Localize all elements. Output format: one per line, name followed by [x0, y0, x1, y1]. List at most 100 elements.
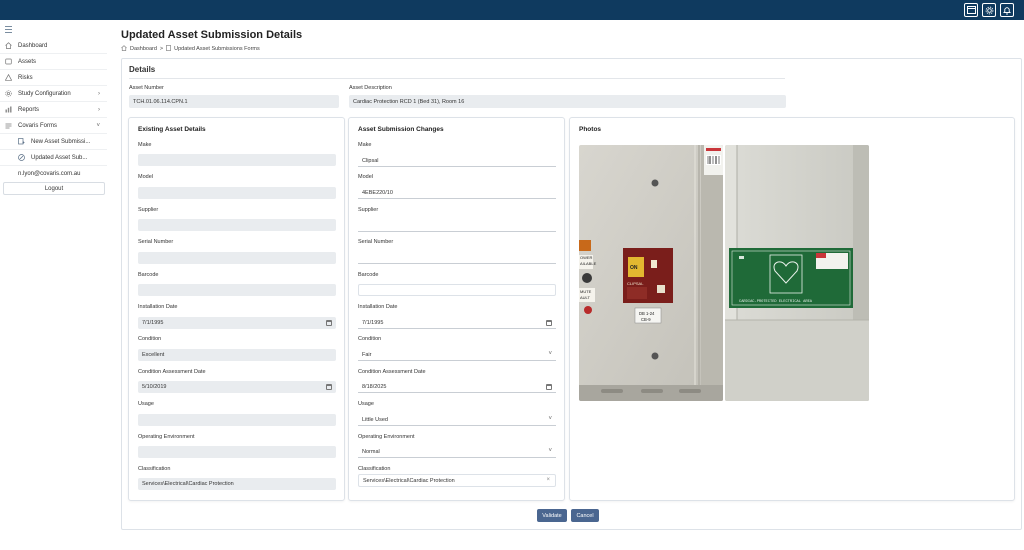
photo-switchboard[interactable]: OWER AILABLE MUTE AULT ON CLIPSAL DB 1-2…	[579, 145, 723, 401]
edit-form-icon	[18, 154, 25, 161]
supplier-input[interactable]	[358, 220, 556, 232]
chevron-right-icon: ›	[98, 91, 100, 97]
sidebar-item-label: Reports	[18, 106, 40, 113]
clear-icon[interactable]: ×	[546, 477, 550, 483]
home-icon	[5, 42, 12, 49]
photos-panel: Photos OWER AILABLE MUTE AULT ON CLIPSAL…	[569, 117, 1015, 501]
breadcrumb-dashboard[interactable]: Dashboard	[130, 46, 157, 52]
chart-icon	[5, 106, 12, 113]
calendar-icon[interactable]	[546, 384, 552, 390]
hamburger-menu-icon[interactable]	[5, 26, 12, 35]
calendar-icon	[326, 384, 332, 390]
existing-barcode-field	[138, 284, 336, 296]
sidebar-subitem-updated-asset-submission[interactable]: Updated Asset Sub...	[0, 150, 107, 166]
existing-model-field	[138, 187, 336, 199]
cardiac-sign-photo-image: CARDIAC-PROTECTED ELECTRICAL AREA	[725, 145, 869, 401]
svg-text:AULT: AULT	[580, 295, 590, 300]
barcode-input[interactable]	[358, 284, 556, 296]
chevron-down-icon: ˅	[548, 351, 552, 357]
panel-title: Asset Submission Changes	[358, 126, 444, 133]
usage-label: Usage	[138, 401, 154, 407]
field-value: Normal	[362, 448, 380, 455]
supplier-label: Supplier	[138, 207, 159, 213]
sidebar: Dashboard Assets Risks Study Configurati…	[0, 20, 108, 550]
svg-text:ON: ON	[630, 265, 638, 271]
chevron-down-icon: ˅	[548, 448, 552, 454]
existing-operating-environment-field	[138, 446, 336, 458]
model-input[interactable]: 4EBE220/10	[358, 187, 556, 199]
serial-number-label: Serial Number	[358, 239, 394, 245]
operating-environment-label: Operating Environment	[358, 434, 415, 440]
sidebar-item-dashboard[interactable]: Dashboard	[0, 38, 107, 54]
serial-number-label: Serial Number	[138, 239, 174, 245]
logout-button[interactable]: Logout	[3, 182, 105, 195]
bell-icon[interactable]	[1000, 3, 1014, 17]
svg-text:DB 1-24: DB 1-24	[639, 311, 655, 316]
sidebar-subitem-new-asset-submission[interactable]: New Asset Submissi...	[0, 134, 107, 150]
sidebar-item-study-configuration[interactable]: Study Configuration ›	[0, 86, 107, 102]
make-label: Make	[358, 142, 372, 148]
document-icon	[166, 45, 172, 53]
make-input[interactable]: Clipsal	[358, 155, 556, 167]
existing-serial-number-field	[138, 252, 336, 264]
installation-date-label: Installation Date	[358, 304, 398, 310]
existing-installation-date-field: 7/1/1995	[138, 317, 336, 329]
calendar-icon[interactable]	[546, 320, 552, 326]
panel-title: Photos	[579, 126, 602, 133]
operating-environment-select[interactable]: Normal ˅	[358, 446, 556, 458]
switchboard-photo-image: OWER AILABLE MUTE AULT ON CLIPSAL DB 1-2…	[579, 145, 723, 401]
forms-icon	[5, 122, 12, 129]
condition-assessment-date-label: Condition Assessment Date	[138, 369, 206, 375]
page-title: Updated Asset Submission Details	[121, 29, 303, 41]
svg-text:CB-9: CB-9	[641, 317, 651, 322]
details-container: Details Asset Number TCH.01.06.114.CPN.1…	[121, 58, 1022, 530]
sidebar-item-covaris-forms[interactable]: Covaris Forms ˅	[0, 118, 107, 134]
warning-icon	[5, 74, 12, 81]
installation-date-input[interactable]: 7/1/1995	[358, 317, 556, 329]
gear-icon[interactable]	[982, 3, 996, 17]
field-value: Services\Electrical\Cardiac Protection	[363, 477, 455, 484]
classification-select[interactable]: Services\Electrical\Cardiac Protection ×	[358, 474, 556, 487]
breadcrumb-separator: >	[159, 46, 164, 52]
main-content: Updated Asset Submission Details Dashboa…	[108, 20, 1024, 550]
user-email: n.lyon@covaris.com.au	[18, 170, 81, 177]
divider	[129, 78, 785, 79]
breadcrumb: Dashboard > Updated Asset Submissions Fo…	[121, 45, 260, 53]
svg-text:CARDIAC-PROTECTED ELECTRICAL A: CARDIAC-PROTECTED ELECTRICAL AREA	[739, 300, 813, 304]
photo-cardiac-sign[interactable]: CARDIAC-PROTECTED ELECTRICAL AREA	[725, 145, 869, 401]
sidebar-item-assets[interactable]: Assets	[0, 54, 107, 70]
condition-label: Condition	[358, 336, 382, 342]
classification-label: Classification	[138, 466, 171, 472]
condition-select[interactable]: Fair ˅	[358, 349, 556, 361]
top-bar	[0, 0, 1024, 20]
cancel-button[interactable]: Cancel	[571, 509, 599, 522]
field-value: 7/1/1995	[362, 319, 384, 326]
asset-number-field: TCH.01.06.114.CPN.1	[129, 95, 339, 108]
operating-environment-label: Operating Environment	[138, 434, 195, 440]
usage-select[interactable]: Little Used ˅	[358, 414, 556, 426]
make-label: Make	[138, 142, 152, 148]
sidebar-item-label: Updated Asset Sub...	[31, 154, 88, 161]
svg-text:CLIPSAL: CLIPSAL	[627, 281, 644, 286]
existing-supplier-field	[138, 219, 336, 231]
serial-number-input[interactable]	[358, 252, 556, 264]
sidebar-item-label: Assets	[18, 58, 37, 65]
existing-condition-field: Excellent	[138, 349, 336, 361]
window-icon[interactable]	[964, 3, 978, 17]
classification-label: Classification	[358, 466, 391, 472]
details-title: Details	[129, 65, 156, 74]
box-icon	[5, 58, 12, 65]
sidebar-item-label: New Asset Submissi...	[31, 138, 91, 145]
validate-button[interactable]: Validate	[537, 509, 567, 522]
sidebar-item-label: Covaris Forms	[18, 122, 58, 129]
barcode-label: Barcode	[138, 272, 159, 278]
sidebar-item-risks[interactable]: Risks	[0, 70, 107, 86]
sidebar-item-reports[interactable]: Reports ›	[0, 102, 107, 118]
calendar-icon	[326, 320, 332, 326]
existing-condition-assessment-date-field: 5/10/2019	[138, 381, 336, 393]
field-value: 7/1/1995	[142, 320, 164, 326]
svg-text:MUTE: MUTE	[580, 289, 592, 294]
condition-assessment-date-input[interactable]: 8/18/2025	[358, 381, 556, 393]
supplier-label: Supplier	[358, 207, 379, 213]
existing-make-field	[138, 154, 336, 166]
